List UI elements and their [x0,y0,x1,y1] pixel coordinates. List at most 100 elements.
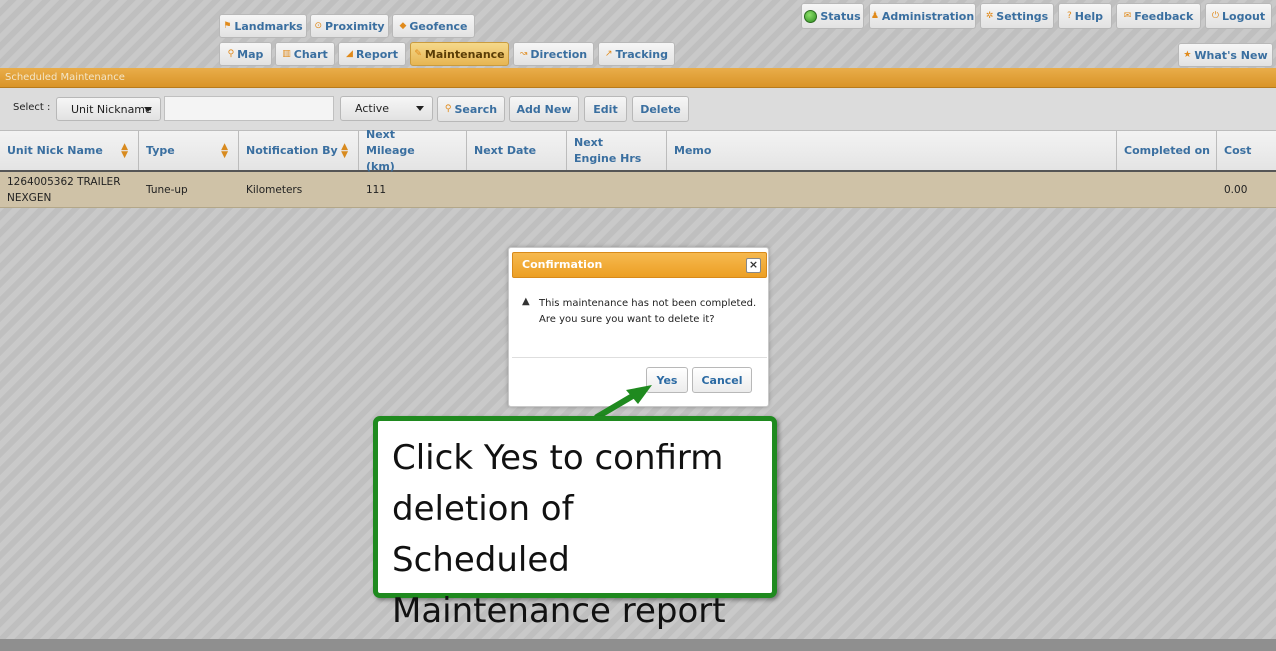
column-header-label: Next Mileage (km) [366,127,415,173]
cell-completed-on [1117,172,1217,208]
help-button[interactable]: ? Help [1058,3,1112,29]
cell-unit: 1264005362 TRAILER NEXGEN [0,172,139,208]
feedback-label: Feedback [1134,9,1194,23]
column-header-label: Next Engine Hrs [574,135,642,165]
feedback-button[interactable]: ✉ Feedback [1116,3,1201,29]
cell-type: Tune-up [146,184,188,196]
administration-label: Administration [881,9,975,23]
dialog-title-bar: Confirmation × [512,252,767,278]
edit-label: Edit [593,102,618,116]
dialog-message-line1: This maintenance has not been completed. [539,298,757,309]
column-header-next-date[interactable]: Next Date [467,131,567,170]
wrench-icon: ✎ [414,49,422,59]
column-header-label: Next Date [474,143,537,157]
cell-cost: 0.00 [1224,184,1248,196]
status-button[interactable]: Status [801,3,864,29]
tab-chart-label: Chart [293,47,328,61]
settings-button[interactable]: ✲ Settings [980,3,1054,29]
select-label: Select : [13,102,51,113]
whats-new-label: What's New [1194,48,1268,62]
add-new-label: Add New [516,102,572,116]
tab-map-label: Map [237,47,264,61]
tab-proximity[interactable]: ⊙ Proximity [310,14,389,38]
tab-direction-label: Direction [530,47,588,61]
callout-line1: Click Yes to confirm [392,438,724,478]
tab-report-label: Report [355,47,398,61]
tab-tracking[interactable]: ↗ Tracking [598,42,675,66]
flag-icon: ⚑ [223,21,232,31]
unit-nickname-dropdown[interactable]: Unit Nickname [56,97,161,121]
tab-landmarks-label: Landmarks [234,19,303,33]
report-icon: ◢ [346,49,353,59]
search-icon: ⚲ [444,104,452,114]
edit-button[interactable]: Edit [584,96,627,122]
panel-title: Scheduled Maintenance [0,68,1276,88]
user-icon: ♟ [870,11,879,21]
table-row[interactable]: 1264005362 TRAILER NEXGEN Tune-up Kilome… [0,172,1276,208]
chevron-down-icon [144,107,152,112]
geofence-icon: ◆ [399,21,407,31]
search-input[interactable] [164,96,334,121]
column-header-type[interactable]: Type ▲ ▼ [139,131,239,170]
tab-report[interactable]: ◢ Report [338,42,406,66]
help-icon: ? [1066,11,1072,21]
feedback-icon: ✉ [1123,11,1132,21]
warning-icon: ▲ [522,296,530,307]
power-icon: ⏻ [1211,11,1220,21]
yes-button[interactable]: Yes [646,367,688,393]
chart-icon: ▥ [282,49,291,59]
tab-map[interactable]: ⚲ Map [219,42,272,66]
whats-new-button[interactable]: ★ What's New [1178,43,1273,67]
delete-label: Delete [640,102,681,116]
close-icon[interactable]: × [746,258,761,273]
column-header-next-engine-hrs[interactable]: Next Engine Hrs [567,131,667,170]
search-button-label: Search [454,102,498,116]
column-header-notification-by[interactable]: Notification By ▲ ▼ [239,131,359,170]
sort-icon: ▲ ▼ [121,142,128,160]
add-new-button[interactable]: Add New [509,96,579,122]
cell-memo [667,172,1117,208]
cell-unit-text: 1264005362 TRAILER NEXGEN [7,176,121,204]
status-filter-dropdown[interactable]: Active [340,96,433,121]
table-header: Unit Nick Name ▲ ▼ Type ▲ ▼ Notification B… [0,128,1276,173]
logout-button[interactable]: ⏻ Logout [1205,3,1272,29]
help-label: Help [1074,9,1104,23]
proximity-icon: ⊙ [314,21,322,31]
administration-button[interactable]: ♟ Administration [869,3,976,29]
tab-geofence[interactable]: ◆ Geofence [392,14,475,38]
column-header-unit-nick-name[interactable]: Unit Nick Name ▲ ▼ [0,131,139,170]
unit-nickname-dropdown-value: Unit Nickname [71,102,152,116]
tab-chart[interactable]: ▥ Chart [275,42,335,66]
direction-icon: ↝ [519,49,528,59]
cell-next-engine-hrs [567,172,667,208]
column-header-label: Completed on [1124,143,1211,157]
tab-tracking-label: Tracking [615,47,668,61]
logout-label: Logout [1222,9,1266,23]
dialog-divider [512,357,767,358]
tab-direction[interactable]: ↝ Direction [513,42,594,66]
column-header-label: Notification By [246,143,338,157]
tab-landmarks[interactable]: ⚑ Landmarks [219,14,307,38]
cell-next-date [467,172,567,208]
gear-icon: ✲ [985,11,994,21]
dialog-title: Confirmation [522,258,603,271]
top-navigation: ⚑ Landmarks ⊙ Proximity ◆ Geofence ⚲ Map… [0,0,1276,67]
search-button[interactable]: ⚲ Search [437,96,505,122]
status-dot-icon [804,9,818,23]
annotation-callout: Click Yes to confirm deletion of Schedul… [373,416,777,631]
cell-notification-by: Kilometers [246,184,303,196]
cancel-button[interactable]: Cancel [692,367,752,393]
callout-line3: Maintenance report [392,591,726,631]
column-header-label: Type [146,143,175,157]
column-header-next-mileage[interactable]: Next Mileage (km) [359,128,467,173]
tab-maintenance-label: Maintenance [424,47,505,61]
column-header-memo[interactable]: Memo [667,131,1117,170]
chevron-down-icon [416,106,424,111]
cell-next-mileage: 111 [366,184,387,196]
tab-maintenance[interactable]: ✎ Maintenance [410,42,509,66]
star-icon: ★ [1183,50,1192,60]
column-header-label: Cost [1224,143,1252,157]
delete-button[interactable]: Delete [632,96,689,122]
column-header-cost[interactable]: Cost [1217,131,1276,170]
column-header-completed-on[interactable]: Completed on [1117,131,1217,170]
